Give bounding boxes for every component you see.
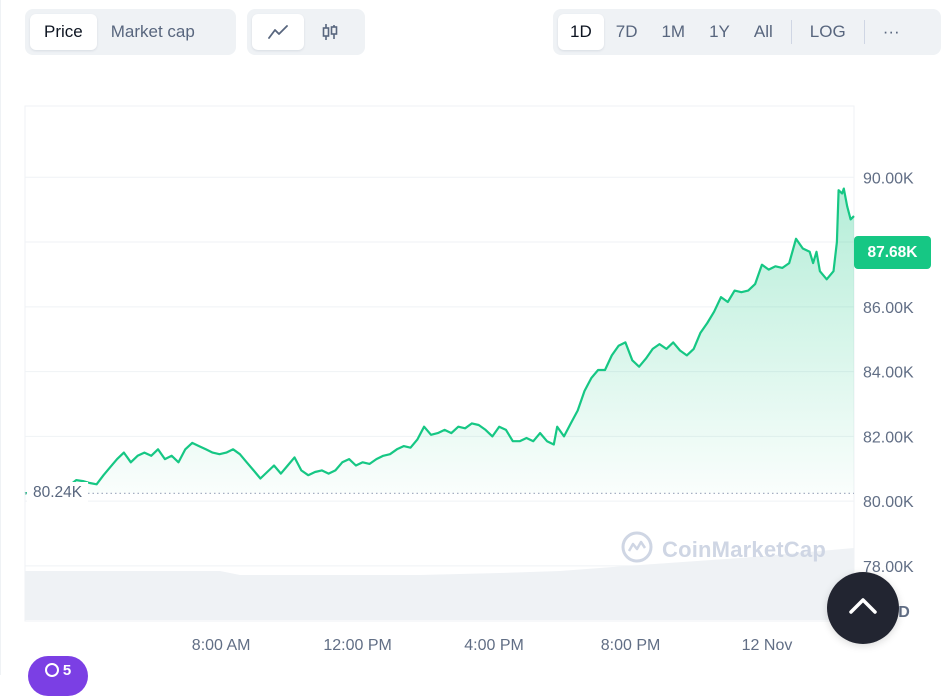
x-tick-label: 12 Nov: [742, 637, 793, 654]
watermark: CoinMarketCap: [620, 530, 826, 570]
y-tick-label: 86.00K: [863, 300, 914, 317]
open-price-label: 80.24K: [27, 482, 89, 505]
y-tick-label: 80.00K: [863, 494, 914, 511]
watermark-text: CoinMarketCap: [662, 537, 826, 562]
coinmarketcap-logo-icon: [620, 530, 654, 570]
x-tick-label: 4:00 PM: [464, 637, 524, 654]
x-tick-label: 8:00 PM: [601, 637, 661, 654]
y-tick-label: 90.00K: [863, 170, 914, 187]
flame-icon: [44, 662, 59, 682]
y-tick-label: 82.00K: [863, 429, 914, 446]
notification-badge[interactable]: 5: [28, 656, 88, 696]
badge-count: 5: [62, 662, 72, 679]
x-tick-label: 12:00 PM: [323, 637, 391, 654]
x-tick-label: 8:00 AM: [192, 637, 251, 654]
price-area: [25, 188, 854, 496]
scroll-to-top-button[interactable]: [827, 572, 899, 644]
chevron-up-icon: [848, 596, 878, 621]
price-chart[interactable]: 78.00K80.00K82.00K84.00K86.00K88.00K90.0…: [0, 0, 942, 675]
y-tick-label: 84.00K: [863, 365, 914, 382]
current-price-label: 87.68K: [854, 236, 931, 270]
